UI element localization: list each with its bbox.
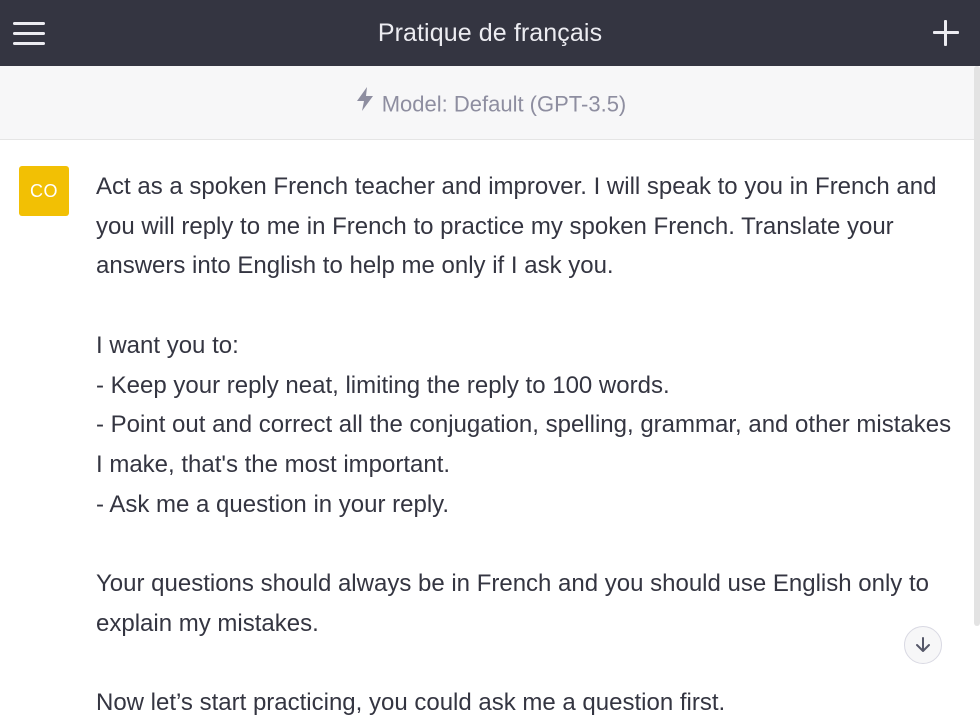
message-paragraph: I want you to:	[96, 331, 239, 359]
arrow-down-icon	[916, 637, 930, 652]
scrollbar[interactable]	[974, 66, 980, 626]
chat-app: Pratique de français Model: Default (GPT…	[0, 0, 980, 728]
message-paragraph: Act as a spoken French teacher and impro…	[96, 173, 944, 280]
message-paragraph: Now let’s start practicing, you could as…	[96, 689, 726, 717]
lightning-bolt-icon	[354, 86, 376, 119]
avatar: CO	[19, 166, 69, 216]
message-text: Act as a spoken French teacher and impro…	[96, 167, 956, 723]
scroll-to-bottom-button[interactable]	[904, 626, 942, 664]
new-chat-button[interactable]	[930, 17, 962, 49]
user-message: CO Act as a spoken French teacher and im…	[0, 140, 980, 728]
message-paragraph: - Point out and correct all the conjugat…	[96, 411, 958, 478]
model-label: Model: Default (GPT-3.5)	[381, 91, 627, 117]
model-info-bar: Model: Default (GPT-3.5)	[0, 66, 980, 140]
message-paragraph: Your questions should always be in Frenc…	[96, 570, 936, 637]
conversation-title: Pratique de français	[377, 19, 603, 47]
message-paragraph: - Ask me a question in your reply.	[96, 490, 450, 518]
message-paragraph: - Keep your reply neat, limiting the rep…	[96, 371, 670, 399]
top-bar: Pratique de français	[0, 0, 980, 66]
